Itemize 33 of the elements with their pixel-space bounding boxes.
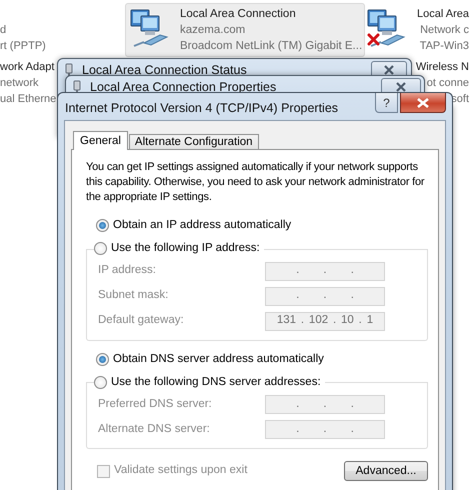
advanced-button[interactable]: Advanced... [344,461,428,481]
radio-label: Use the following IP address: [111,241,260,256]
radio-button[interactable] [94,376,107,389]
close-icon [395,82,407,92]
adapter-detail: rt (PPTP) [0,38,46,54]
dialog-title: Internet Protocol Version 4 (TCP/IPv4) Properties [65,100,338,117]
radio-button[interactable] [94,242,107,256]
adapter-detail: Broadcom NetLink (TM) Gigabit E... [180,39,362,54]
plug-icon [72,80,82,94]
close-button[interactable] [400,93,446,113]
radio-label: Use the following DNS server addresses: [111,374,321,390]
adapter-name: Local Area Connection [180,7,297,22]
radio-label: Obtain an IP address automatically [113,218,292,233]
field-label: Alternate DNS server: [98,422,210,437]
tab[interactable]: General [73,131,128,150]
window-title: Local Area Connection Properties [90,79,276,96]
tab[interactable]: Alternate Configuration [128,134,259,149]
radio-button[interactable] [96,219,109,232]
field-label: Subnet mask: [98,288,168,304]
plug-icon [64,63,74,78]
intro-text: You can get IP settings assigned automatically if your network supports this capability. Otherwise, you need to ask your network administrator for the appropriate IP settings. [86,160,426,205]
field-label: Preferred DNS server: [98,396,212,412]
field-label: Default gateway: [98,313,184,328]
field-label: IP address: [98,263,156,278]
adapter-tile[interactable]: Local Area Connection kazema.com Broadcom NetLink (TM) Gigabit E... [125,3,365,57]
close-icon [416,96,430,108]
window-title: Local Area Connection Status [82,62,247,79]
adapter-detail: kazema.com [180,23,246,38]
adapter-name: work Adapt [0,59,56,75]
radio-label: Obtain DNS server address automatically [113,352,324,366]
checkbox-label: Validate settings upon exit [114,463,248,478]
radio-button[interactable] [96,352,109,366]
help-button[interactable]: ? [375,93,398,113]
